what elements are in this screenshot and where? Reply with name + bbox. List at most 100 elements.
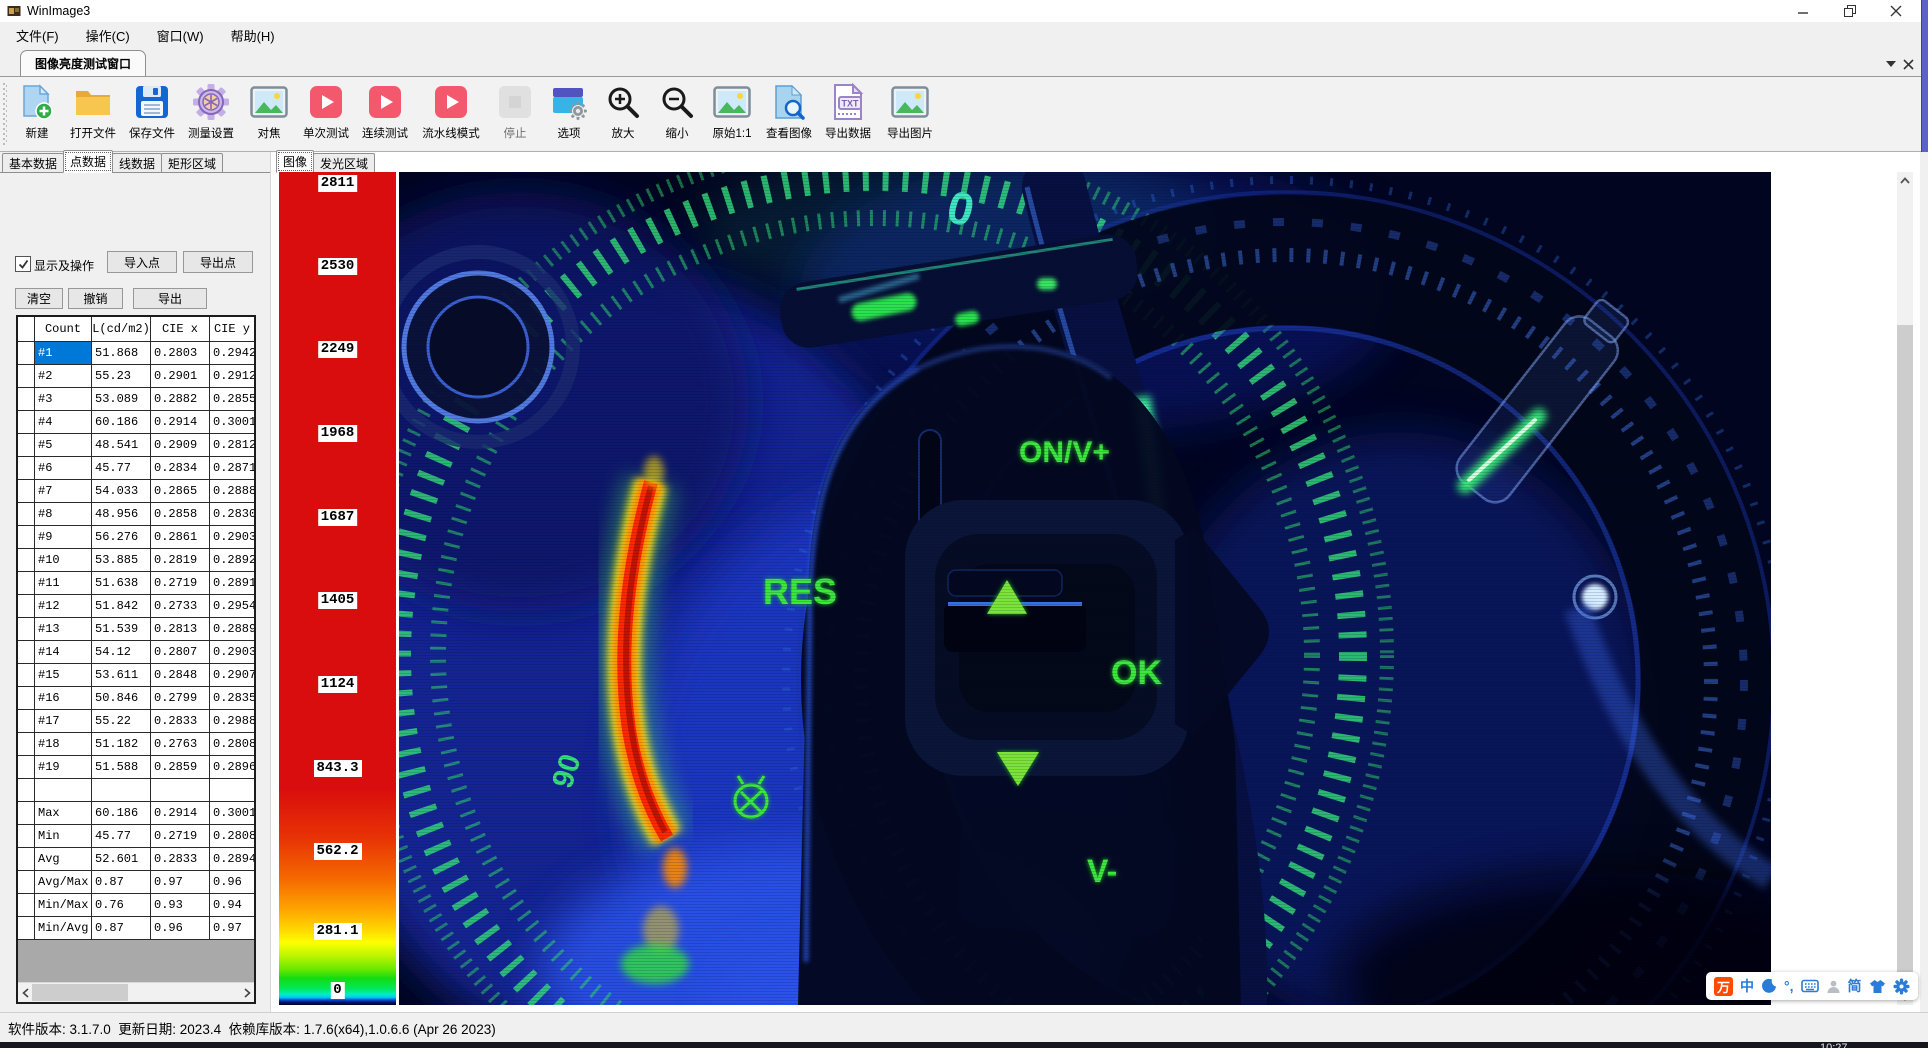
cell[interactable]: #13 xyxy=(35,618,92,641)
scroll-right-icon[interactable] xyxy=(240,983,254,1002)
cell[interactable]: #2 xyxy=(35,365,92,388)
cell[interactable]: 0.87 xyxy=(92,871,151,894)
toolbar-button-14[interactable]: TXT导出数据 xyxy=(816,81,880,147)
close-button[interactable] xyxy=(1879,0,1913,22)
toolbar-button-3[interactable]: 测量设置 xyxy=(179,81,243,147)
table-horizontal-scrollbar[interactable] xyxy=(18,982,254,1002)
cell[interactable]: 0.2834 xyxy=(151,457,210,480)
cell[interactable]: Avg/Max xyxy=(35,871,92,894)
mdi-dropdown-icon[interactable] xyxy=(1883,56,1899,72)
mdi-tab-luminance-test[interactable]: 图像亮度测试窗口 xyxy=(20,50,146,76)
menu-item-3[interactable]: 帮助(H) xyxy=(220,23,286,48)
cell[interactable]: 0.97 xyxy=(210,917,254,940)
toolbar-button-4[interactable]: 对焦 xyxy=(237,81,301,147)
import-points-button[interactable]: 导入点 xyxy=(107,251,177,273)
cell[interactable]: 0.2799 xyxy=(151,687,210,710)
cell[interactable]: 45.77 xyxy=(92,457,151,480)
cell[interactable]: #19 xyxy=(35,756,92,779)
cell[interactable] xyxy=(35,779,92,802)
display-operate-checkbox[interactable] xyxy=(15,256,31,272)
cell[interactable]: 0.2719 xyxy=(151,572,210,595)
vertical-scroll-thumb[interactable] xyxy=(1897,325,1913,985)
cell[interactable]: 51.182 xyxy=(92,733,151,756)
cell[interactable]: #15 xyxy=(35,664,92,687)
cell[interactable]: 0.2807 xyxy=(151,641,210,664)
cell[interactable]: Max xyxy=(35,802,92,825)
cell[interactable]: 54.033 xyxy=(92,480,151,503)
sogou-logo-icon[interactable]: 万 xyxy=(1714,977,1733,996)
simplified-chinese-mode[interactable]: 简 xyxy=(1848,979,1862,993)
minimize-button[interactable] xyxy=(1786,0,1820,22)
cell[interactable]: 0.2907 xyxy=(210,664,254,687)
cell[interactable]: 0.3001 xyxy=(210,802,254,825)
image-tab-0[interactable]: 图像 xyxy=(276,150,314,173)
panel-tab-1[interactable]: 点数据 xyxy=(63,150,113,173)
restore-button[interactable] xyxy=(1833,0,1867,22)
cell[interactable]: 0.87 xyxy=(92,917,151,940)
cell[interactable]: Min xyxy=(35,825,92,848)
menu-item-0[interactable]: 文件(F) xyxy=(5,23,70,48)
toolbar-button-7[interactable]: 流水线模式 xyxy=(419,81,483,147)
cell[interactable]: 0.2733 xyxy=(151,595,210,618)
cell[interactable]: 0.2903 xyxy=(210,641,254,664)
cell[interactable]: 0.2813 xyxy=(151,618,210,641)
cell[interactable]: 0.2889 xyxy=(210,618,254,641)
cell[interactable]: 0.96 xyxy=(210,871,254,894)
cell[interactable]: 60.186 xyxy=(92,411,151,434)
toolbar-button-13[interactable]: 查看图像 xyxy=(757,81,821,147)
panel-tab-0[interactable]: 基本数据 xyxy=(2,153,64,173)
cell[interactable]: 54.12 xyxy=(92,641,151,664)
cell[interactable]: 0.2859 xyxy=(151,756,210,779)
cell[interactable]: #17 xyxy=(35,710,92,733)
skin-icon[interactable] xyxy=(1869,979,1886,994)
cell[interactable]: 53.089 xyxy=(92,388,151,411)
cell[interactable]: #4 xyxy=(35,411,92,434)
cell[interactable]: 0.3001 xyxy=(210,411,254,434)
cell[interactable]: 0.2988 xyxy=(210,710,254,733)
cell[interactable]: #8 xyxy=(35,503,92,526)
cell[interactable]: #7 xyxy=(35,480,92,503)
cell[interactable]: 0.2763 xyxy=(151,733,210,756)
cell[interactable]: Min/Max xyxy=(35,894,92,917)
undo-button[interactable]: 撤销 xyxy=(68,288,123,309)
cell[interactable]: 56.276 xyxy=(92,526,151,549)
cell[interactable]: 0.2808 xyxy=(210,733,254,756)
cell[interactable]: #18 xyxy=(35,733,92,756)
cell[interactable]: 0.2954 xyxy=(210,595,254,618)
cell[interactable]: 0.94 xyxy=(210,894,254,917)
toolbar-button-1[interactable]: 打开文件 xyxy=(61,81,125,147)
mdi-close-icon[interactable] xyxy=(1900,56,1916,72)
cell[interactable]: 0.2848 xyxy=(151,664,210,687)
cell[interactable]: 0.2901 xyxy=(151,365,210,388)
cell[interactable]: #12 xyxy=(35,595,92,618)
toolbar-button-12[interactable]: 原始1:1 xyxy=(700,81,764,147)
cell[interactable]: 0.2892 xyxy=(210,549,254,572)
toolbar-button-2[interactable]: 保存文件 xyxy=(120,81,184,147)
cell[interactable]: 0.2912 xyxy=(210,365,254,388)
cell[interactable]: 48.541 xyxy=(92,434,151,457)
cell[interactable]: 0.2871 xyxy=(210,457,254,480)
cell[interactable]: #11 xyxy=(35,572,92,595)
cell[interactable]: 53.611 xyxy=(92,664,151,687)
cell[interactable]: 0.2891 xyxy=(210,572,254,595)
cell[interactable]: 53.885 xyxy=(92,549,151,572)
chinese-mode[interactable]: 中 xyxy=(1740,979,1754,993)
cell[interactable]: #10 xyxy=(35,549,92,572)
cell[interactable]: 0.2808 xyxy=(210,825,254,848)
punctuation-mode[interactable]: °, xyxy=(1784,979,1794,993)
cell[interactable] xyxy=(92,779,151,802)
cell[interactable]: 51.842 xyxy=(92,595,151,618)
vertical-scrollbar[interactable] xyxy=(1897,172,1913,1005)
image-tab-1[interactable]: 发光区域 xyxy=(313,153,375,173)
user-icon[interactable] xyxy=(1826,979,1841,994)
cell[interactable]: 0.2833 xyxy=(151,710,210,733)
export-button[interactable]: 导出 xyxy=(133,288,207,309)
cell[interactable]: 0.2830 xyxy=(210,503,254,526)
cell[interactable]: #9 xyxy=(35,526,92,549)
selected-cell[interactable]: #1 xyxy=(35,342,92,365)
clear-button[interactable]: 清空 xyxy=(15,288,63,309)
cell[interactable] xyxy=(151,779,210,802)
cell[interactable]: 0.2819 xyxy=(151,549,210,572)
cell[interactable]: 55.23 xyxy=(92,365,151,388)
horizontal-scroll-thumb[interactable] xyxy=(32,984,128,1001)
